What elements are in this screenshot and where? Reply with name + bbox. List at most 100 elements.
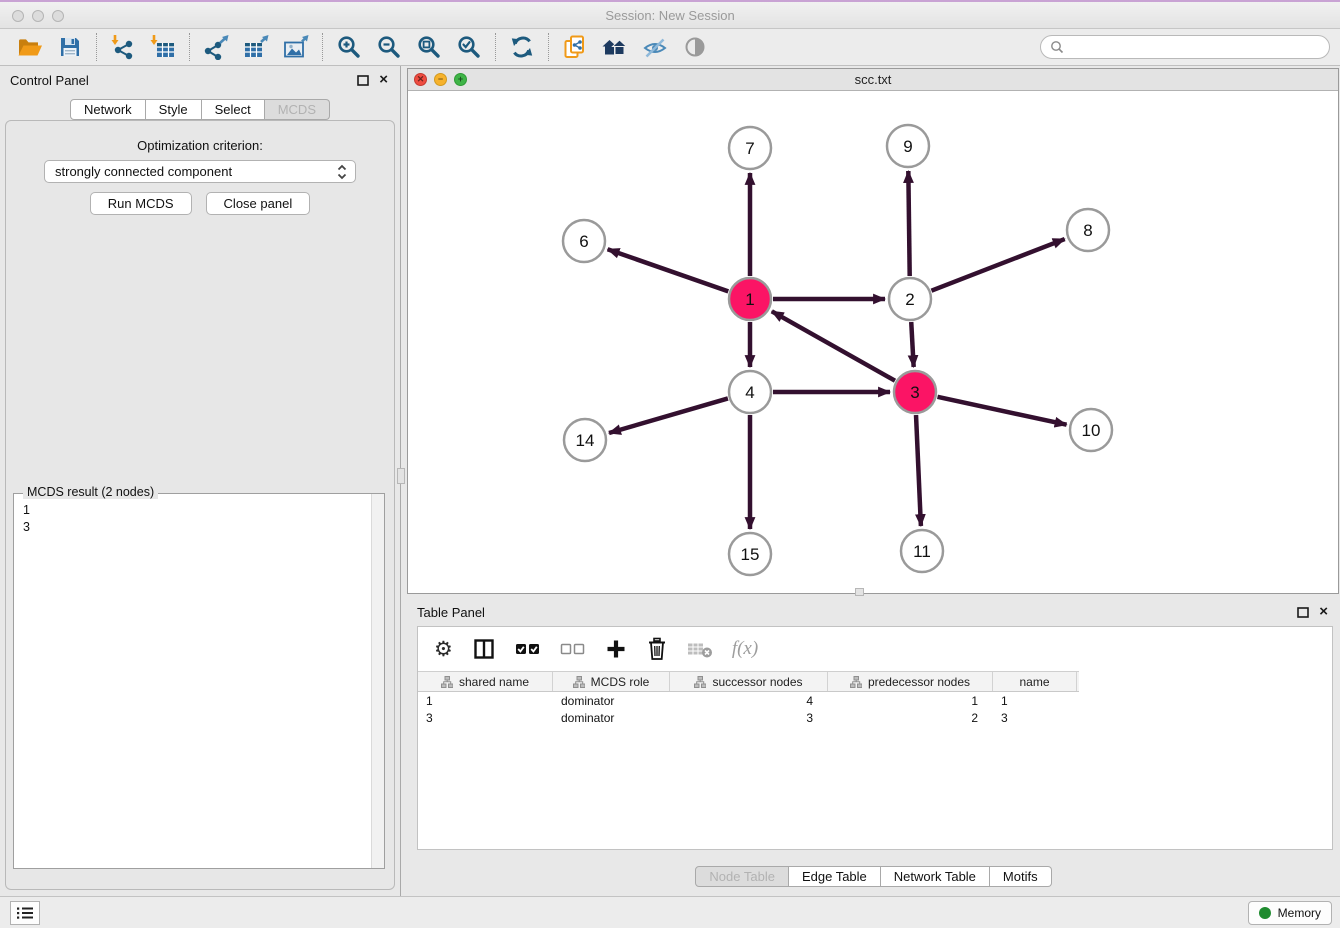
zoom-in-button[interactable] [329, 31, 369, 63]
refresh-icon [509, 34, 535, 60]
memory-button[interactable]: Memory [1248, 901, 1332, 925]
cell-mcds-role[interactable]: dominator [553, 711, 670, 725]
export-network-button[interactable] [196, 31, 236, 63]
deselect-all-icon[interactable] [560, 641, 586, 657]
tab-network[interactable]: Network [70, 99, 146, 120]
column-header-mcds-role[interactable]: MCDS role [553, 672, 670, 691]
close-view-button[interactable]: ✕ [414, 73, 427, 86]
criterion-dropdown[interactable]: strongly connected component [44, 160, 356, 183]
result-scrollbar[interactable] [371, 494, 384, 868]
cell-predecessor-nodes[interactable]: 2 [828, 711, 993, 725]
maximize-view-button[interactable]: + [454, 73, 467, 86]
cell-name[interactable]: 1 [993, 694, 1077, 708]
horizontal-splitter-handle[interactable] [855, 588, 864, 596]
tab-motifs[interactable]: Motifs [990, 866, 1052, 887]
svg-text:10: 10 [1082, 421, 1101, 440]
mcds-tab-content: Optimization criterion: strongly connect… [5, 120, 395, 890]
cell-successor-nodes[interactable]: 3 [670, 711, 828, 725]
network-canvas[interactable]: 7968124314101511 [408, 91, 1338, 593]
tree-icon [694, 676, 706, 688]
column-header-name[interactable]: name [993, 672, 1077, 691]
toolbar-separator [548, 33, 549, 61]
import-table-icon [149, 34, 177, 60]
add-column-button[interactable] [605, 638, 627, 660]
duplicate-network-button[interactable] [555, 31, 595, 63]
tree-icon [573, 676, 585, 688]
column-header-successor-nodes[interactable]: successor nodes [670, 672, 828, 691]
import-network-icon [109, 34, 137, 60]
tree-icon [441, 676, 453, 688]
delete-column-button[interactable] [646, 637, 668, 661]
cell-successor-nodes[interactable]: 4 [670, 694, 828, 708]
tab-edge-table[interactable]: Edge Table [789, 866, 881, 887]
control-panel-title: Control Panel [10, 73, 89, 88]
svg-text:2: 2 [905, 290, 914, 309]
eye-disabled-icon [683, 35, 707, 59]
hide-selected-button[interactable] [635, 31, 675, 63]
cell-shared-name[interactable]: 1 [418, 694, 553, 708]
tab-style[interactable]: Style [146, 99, 202, 120]
cell-name[interactable]: 3 [993, 711, 1077, 725]
home-icon [601, 35, 629, 59]
search-icon [1050, 40, 1064, 54]
tab-select[interactable]: Select [202, 99, 265, 120]
cell-shared-name[interactable]: 3 [418, 711, 553, 725]
column-header-shared-name[interactable]: shared name [418, 672, 553, 691]
import-table-button[interactable] [143, 31, 183, 63]
save-icon [58, 35, 82, 59]
zoom-selected-icon [456, 34, 482, 60]
network-window-titlebar[interactable]: ✕ − + scc.txt [408, 69, 1338, 91]
network-graph[interactable]: 7968124314101511 [408, 91, 1338, 593]
toolbar-separator [322, 33, 323, 61]
svg-text:8: 8 [1083, 221, 1092, 240]
tab-network-table[interactable]: Network Table [881, 866, 990, 887]
svg-text:1: 1 [745, 290, 754, 309]
float-panel-icon[interactable] [1297, 607, 1309, 618]
close-panel-icon[interactable]: × [1319, 606, 1328, 618]
cell-predecessor-nodes[interactable]: 1 [828, 694, 993, 708]
table-row[interactable]: 1 dominator 4 1 1 [418, 692, 1332, 709]
tree-icon [850, 676, 862, 688]
toolbar-separator [495, 33, 496, 61]
zoom-out-icon [376, 34, 402, 60]
toolbar-separator [96, 33, 97, 61]
table-row[interactable]: 3 dominator 3 2 3 [418, 709, 1332, 726]
export-image-button[interactable] [276, 31, 316, 63]
function-builder-icon-disabled: f(x) [732, 638, 758, 660]
vertical-splitter-handle[interactable] [397, 468, 405, 484]
refresh-button[interactable] [502, 31, 542, 63]
import-network-button[interactable] [103, 31, 143, 63]
open-session-button[interactable] [10, 31, 50, 63]
close-panel-icon[interactable]: × [379, 74, 388, 86]
table-settings-button[interactable]: ⚙ [434, 639, 453, 660]
main-toolbar [0, 29, 1340, 66]
zoom-fit-button[interactable] [409, 31, 449, 63]
run-mcds-button[interactable]: Run MCDS [90, 192, 192, 215]
zoom-out-button[interactable] [369, 31, 409, 63]
export-table-button[interactable] [236, 31, 276, 63]
close-panel-button[interactable]: Close panel [206, 192, 311, 215]
memory-label: Memory [1278, 906, 1321, 920]
search-box[interactable] [1040, 35, 1330, 59]
cell-mcds-role[interactable]: dominator [553, 694, 670, 708]
show-all-button[interactable] [675, 31, 715, 63]
task-history-button[interactable] [10, 901, 40, 925]
network-view-title: scc.txt [408, 69, 1338, 90]
table-panel-title: Table Panel [417, 605, 485, 620]
zoom-selected-button[interactable] [449, 31, 489, 63]
show-columns-button[interactable] [472, 637, 496, 661]
first-neighbors-button[interactable] [595, 31, 635, 63]
table-panel-tabs: Node Table Edge Table Network Table Moti… [407, 866, 1340, 887]
search-input[interactable] [1070, 40, 1320, 54]
minimize-view-button[interactable]: − [434, 73, 447, 86]
select-all-icon[interactable] [515, 641, 541, 657]
export-table-icon [242, 34, 270, 60]
duplicate-network-icon [562, 34, 588, 60]
tab-mcds[interactable]: MCDS [265, 99, 330, 120]
column-header-predecessor-nodes[interactable]: predecessor nodes [828, 672, 993, 691]
tab-node-table[interactable]: Node Table [695, 866, 789, 887]
save-session-button[interactable] [50, 31, 90, 63]
optimization-criterion-label: Optimization criterion: [6, 138, 394, 153]
float-panel-icon[interactable] [357, 75, 369, 86]
criterion-value: strongly connected component [55, 164, 337, 179]
